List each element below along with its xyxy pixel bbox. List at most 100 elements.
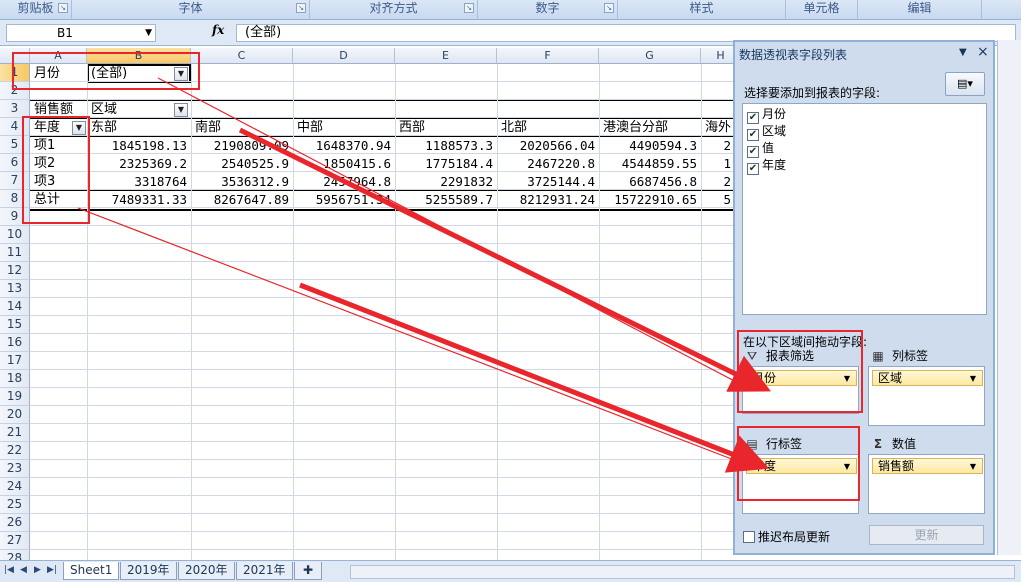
field-item-month[interactable]: ✔ 月份 <box>747 106 786 124</box>
value-cell[interactable]: 6687456.8 <box>600 173 700 190</box>
region-header-cell[interactable]: 港澳台分部 <box>600 119 700 136</box>
value-cell[interactable]: 2291832 <box>396 173 496 190</box>
region-header-cell[interactable]: 东部 <box>88 119 190 136</box>
value-cell[interactable]: 4490594.3 <box>600 137 700 154</box>
column-header[interactable]: G <box>599 48 701 64</box>
value-cell[interactable]: 8212931.24 <box>498 191 598 208</box>
value-cell[interactable]: 2020566.04 <box>498 137 598 154</box>
row-header[interactable]: 24 <box>0 478 30 496</box>
ribbon-group-styles[interactable]: 样式 <box>618 0 786 19</box>
chevron-down-icon[interactable]: ▼ <box>145 25 152 41</box>
vertical-scrollbar[interactable] <box>997 40 1021 555</box>
horizontal-scrollbar[interactable] <box>350 565 1015 579</box>
value-cell[interactable]: 5255589.7 <box>396 191 496 208</box>
area-box-values[interactable]: 销售额 ▼ <box>868 454 985 514</box>
value-cell[interactable]: 1850415.6 <box>294 155 394 172</box>
sheet-tab-2019[interactable]: 2019年 <box>120 562 177 580</box>
close-icon[interactable]: × <box>977 44 989 60</box>
checkbox-unchecked-icon[interactable] <box>743 531 755 543</box>
row-header[interactable]: 17 <box>0 352 30 370</box>
insert-sheet-icon[interactable]: ✚ <box>294 562 322 580</box>
row-header[interactable]: 22 <box>0 442 30 460</box>
dialog-launcher-icon[interactable]: ↘ <box>58 3 68 13</box>
value-cell[interactable]: 15722910.65 <box>600 191 700 208</box>
ribbon-group-alignment[interactable]: 对齐方式 ↘ <box>310 0 478 19</box>
checkbox-checked-icon[interactable]: ✔ <box>747 163 759 175</box>
last-sheet-icon[interactable]: ▶| <box>47 565 57 575</box>
column-field-label[interactable]: 区域 <box>88 101 168 118</box>
value-cell[interactable]: 2 <box>702 137 734 154</box>
field-item-region[interactable]: ✔ 区域 <box>747 123 786 141</box>
row-header[interactable]: 10 <box>0 226 30 244</box>
row-header[interactable]: 27 <box>0 532 30 550</box>
value-cell[interactable]: 5 <box>702 191 734 208</box>
dialog-launcher-icon[interactable]: ↘ <box>296 3 306 13</box>
worksheet-grid[interactable]: A B C D E F G H 月份 (全部) ▼ 销售额 区域 ▼ 年度 ▼ … <box>0 48 734 560</box>
ribbon-group-editing[interactable]: 编辑 <box>858 0 982 19</box>
chevron-down-icon[interactable]: ▼ <box>970 371 976 386</box>
first-sheet-icon[interactable]: |◀ <box>4 565 14 575</box>
region-header-cell[interactable]: 南部 <box>192 119 292 136</box>
value-cell[interactable]: 4544859.55 <box>600 155 700 172</box>
dialog-launcher-icon[interactable]: ↘ <box>604 3 614 13</box>
value-cell[interactable]: 3536312.9 <box>192 173 292 190</box>
value-cell[interactable]: 7489331.33 <box>88 191 190 208</box>
field-item-year[interactable]: ✔ 年度 <box>747 157 786 175</box>
row-header[interactable]: 26 <box>0 514 30 532</box>
column-header[interactable]: D <box>293 48 395 64</box>
ribbon-group-font[interactable]: 字体 ↘ <box>72 0 310 19</box>
row-header[interactable]: 21 <box>0 424 30 442</box>
sheet-tab-2021[interactable]: 2021年 <box>236 562 293 580</box>
field-item-value[interactable]: ✔ 值 <box>747 140 774 158</box>
row-header[interactable]: 23 <box>0 460 30 478</box>
value-cell[interactable]: 1 <box>702 155 734 172</box>
row-header[interactable]: 14 <box>0 298 30 316</box>
name-box[interactable]: B1 ▼ <box>6 24 156 42</box>
pane-menu-icon[interactable]: ▼ <box>959 47 967 58</box>
value-cell[interactable]: 2457964.8 <box>294 173 394 190</box>
sheet-tab-2020[interactable]: 2020年 <box>178 562 235 580</box>
row-header[interactable]: 11 <box>0 244 30 262</box>
column-header[interactable]: H <box>701 48 734 64</box>
region-header-cell[interactable]: 中部 <box>294 119 394 136</box>
column-chip[interactable]: 区域 ▼ <box>872 370 983 386</box>
sheet-tab-sheet1[interactable]: Sheet1 <box>63 562 120 580</box>
field-layout-button[interactable]: ▤▾ <box>945 72 985 96</box>
defer-layout-update[interactable]: 推迟布局更新 <box>743 528 830 545</box>
column-header[interactable]: C <box>191 48 293 64</box>
value-cell[interactable]: 2 <box>702 173 734 190</box>
value-cell[interactable]: 1188573.3 <box>396 137 496 154</box>
column-header[interactable]: E <box>395 48 497 64</box>
row-header[interactable]: 20 <box>0 406 30 424</box>
next-sheet-icon[interactable]: ▶ <box>34 565 41 575</box>
prev-sheet-icon[interactable]: ◀ <box>20 565 27 575</box>
chevron-down-icon[interactable]: ▼ <box>970 459 976 474</box>
value-cell[interactable]: 1648370.94 <box>294 137 394 154</box>
row-header[interactable]: 25 <box>0 496 30 514</box>
update-button[interactable]: 更新 <box>869 525 984 545</box>
value-cell[interactable]: 2325369.2 <box>88 155 190 172</box>
insert-function-icon[interactable]: fx <box>212 23 224 37</box>
row-header[interactable]: 15 <box>0 316 30 334</box>
column-header[interactable]: F <box>497 48 599 64</box>
ribbon-group-clipboard[interactable]: 剪贴板 ↘ <box>0 0 72 19</box>
region-header-cell[interactable]: 西部 <box>396 119 496 136</box>
row-header[interactable]: 16 <box>0 334 30 352</box>
region-header-cell[interactable]: 海外 <box>702 119 734 136</box>
ribbon-group-number[interactable]: 数字 ↘ <box>478 0 618 19</box>
value-cell[interactable]: 2190809.09 <box>192 137 292 154</box>
value-cell[interactable]: 2540525.9 <box>192 155 292 172</box>
row-header[interactable]: 12 <box>0 262 30 280</box>
area-box-columns[interactable]: 区域 ▼ <box>868 366 985 426</box>
row-header[interactable]: 28 <box>0 550 30 560</box>
value-cell[interactable]: 1775184.4 <box>396 155 496 172</box>
column-field-dropdown-icon[interactable]: ▼ <box>174 103 188 117</box>
value-cell[interactable]: 3725144.4 <box>498 173 598 190</box>
dialog-launcher-icon[interactable]: ↘ <box>464 3 474 13</box>
value-cell[interactable]: 2467220.8 <box>498 155 598 172</box>
value-cell[interactable]: 8267647.89 <box>192 191 292 208</box>
region-header-cell[interactable]: 北部 <box>498 119 598 136</box>
row-header[interactable]: 18 <box>0 370 30 388</box>
row-header[interactable]: 13 <box>0 280 30 298</box>
value-chip[interactable]: 销售额 ▼ <box>872 458 983 474</box>
